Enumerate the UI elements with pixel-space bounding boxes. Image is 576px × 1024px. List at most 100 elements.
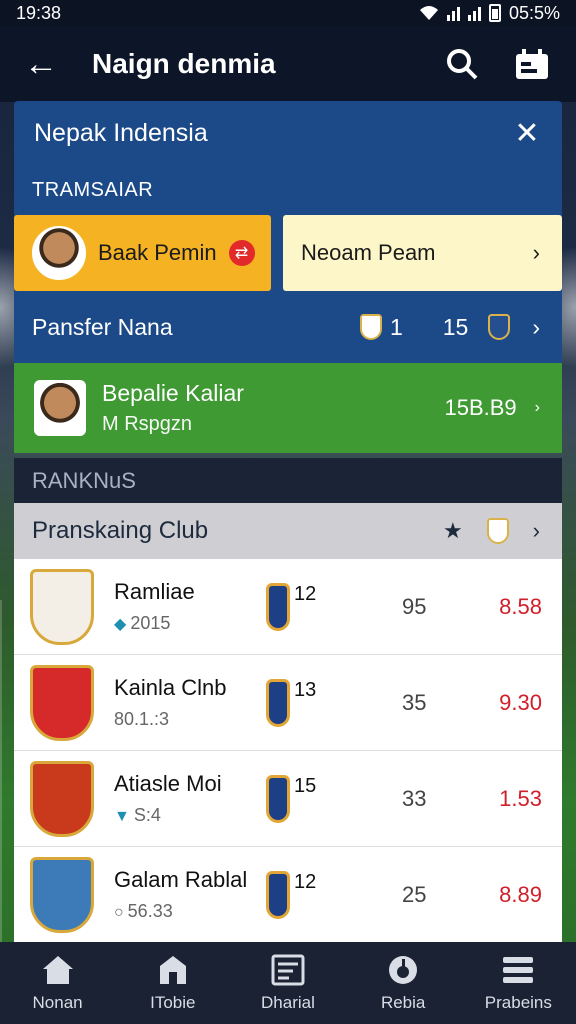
club-crest-icon (359, 314, 382, 340)
club-num: 15 (294, 775, 317, 797)
app-bar: ← Naign denmia (0, 26, 576, 102)
status-bar: 19:38 05:5% (0, 0, 576, 26)
club-points: 95 (402, 593, 427, 619)
section-label: TRAMSAIAR (32, 178, 154, 201)
club-score: 9.30 (499, 689, 542, 715)
club-points: 33 (402, 785, 427, 811)
avatar (32, 226, 86, 280)
rankings-header[interactable]: Pranskaing Club ★ › (14, 503, 562, 559)
club-info: Atiasle Moi ▼ S:4 (114, 771, 258, 826)
choice-row: Baak Pemin ⇄ Neoam Peam › (14, 215, 562, 291)
chevron-right-icon: › (534, 399, 540, 416)
club-points: 35 (402, 689, 427, 715)
signal-icon-2 (467, 5, 481, 21)
nav-item-store[interactable]: ITobie (118, 953, 228, 1013)
swap-icon: ⇄ (228, 240, 255, 266)
table-row[interactable]: Kainla Clnb 80.1.:3 13 35 9.30 (14, 655, 562, 751)
club-info: Ramliae ◆ 2015 (114, 579, 258, 634)
club-sub: ▼ S:4 (114, 805, 258, 826)
choice-b-button[interactable]: Neoam Peam › (283, 215, 562, 291)
nav-label: Dharial (261, 993, 315, 1012)
table-row[interactable]: Atiasle Moi ▼ S:4 15 33 1.53 (14, 751, 562, 847)
featured-sub: M Rspgzn (102, 413, 193, 435)
club-sub: ◆ 2015 (114, 613, 258, 634)
choice-a-label: Baak Pemin (98, 240, 217, 265)
club-score: 8.89 (499, 881, 542, 907)
tag-icon: ◆ (114, 616, 127, 633)
featured-value: 15B.B9 (444, 395, 517, 420)
club-crest (30, 760, 94, 837)
club-name: Kainla Clnb (114, 675, 227, 700)
club-sub-text: 2015 (130, 613, 171, 633)
transfer-num-a: 1 (389, 313, 403, 340)
nav-label: Nonan (32, 993, 83, 1012)
transfer-num-b: 15 (442, 313, 469, 340)
club-num: 13 (294, 679, 317, 701)
rankings-header-label: Pranskaing Club (32, 517, 209, 544)
club-sub-text: 56.33 (127, 901, 173, 921)
choice-a-button[interactable]: Baak Pemin ⇄ (14, 215, 271, 291)
nav-item-radio[interactable]: Rebia (348, 953, 458, 1013)
status-time: 19:38 (16, 2, 62, 23)
transfer-row[interactable]: Pansfer Nana 1 15 › (14, 291, 562, 363)
club-crest-icon (486, 518, 509, 544)
back-arrow-icon[interactable]: ← (24, 45, 68, 84)
signal-icon (446, 5, 460, 21)
club-num: 12 (294, 583, 317, 605)
nav-label: Prabeins (484, 993, 552, 1012)
calendar-icon[interactable] (512, 44, 552, 84)
club-sub: ○ 56.33 (114, 901, 258, 922)
chevron-right-icon[interactable]: › (533, 518, 540, 544)
club-list: Ramliae ◆ 2015 12 95 8.58 Kainla Clnb 80.… (14, 559, 562, 942)
table-row[interactable]: Galam Rablal ○ 56.33 12 25 8.89 (14, 847, 562, 942)
choice-b-label: Neoam Peam (301, 240, 436, 265)
small-crest-icon (266, 582, 290, 631)
clock-icon: ○ (114, 904, 124, 921)
small-crest-icon (266, 774, 290, 823)
player-avatar (34, 380, 86, 436)
small-crest-icon (266, 678, 290, 727)
store-icon (156, 953, 190, 987)
club-score: 8.58 (499, 593, 542, 619)
battery-text: 05:5% (508, 2, 560, 23)
battery-icon (488, 4, 501, 22)
close-icon[interactable]: ✕ (512, 116, 542, 151)
nav-label: Rebia (380, 993, 426, 1012)
panel-header: Nepak Indensia ✕ (14, 101, 562, 165)
table-row[interactable]: Ramliae ◆ 2015 12 95 8.58 (14, 559, 562, 655)
search-icon[interactable] (442, 44, 482, 84)
club-sub: 80.1.:3 (114, 709, 170, 729)
club-crest-icon-2 (488, 314, 511, 340)
nav-item-menu[interactable]: Prabeins (463, 953, 573, 1013)
menu-icon (501, 953, 535, 987)
radio-icon (386, 953, 420, 987)
club-name: Atiasle Moi (114, 771, 222, 796)
featured-name: Bepalie Kaliar (102, 380, 244, 406)
rankings-label: RANKNuS (14, 458, 562, 504)
transfer-panel: Nepak Indensia ✕ TRAMSAIAR Baak Pemin ⇄ … (14, 101, 562, 453)
nav-item-home[interactable]: Nonan (3, 953, 113, 1013)
club-name: Galam Rablal (114, 867, 248, 892)
wifi-icon (419, 6, 438, 20)
club-crest (30, 856, 94, 933)
chevron-right-icon: › (532, 313, 540, 340)
chart-icon (271, 953, 305, 987)
club-crest (30, 664, 94, 741)
club-crest (30, 568, 94, 645)
club-sub-text: S:4 (133, 805, 161, 825)
bird-icon: ▼ (114, 808, 130, 825)
club-score: 1.53 (499, 785, 542, 811)
page-title: Naign denmia (92, 48, 276, 79)
featured-texts: Bepalie Kaliar M Rspgzn (102, 380, 445, 436)
featured-player-row[interactable]: Bepalie Kaliar M Rspgzn 15B.B9 › (14, 363, 562, 453)
status-icons: 05:5% (419, 3, 560, 24)
nav-label: ITobie (150, 993, 196, 1012)
club-points: 25 (402, 881, 427, 907)
club-info: Galam Rablal ○ 56.33 (114, 867, 258, 922)
nav-item-chart[interactable]: Dharial (233, 953, 343, 1013)
small-crest-icon (266, 870, 290, 919)
star-icon[interactable]: ★ (443, 518, 463, 544)
bottom-nav: Nonan ITobie Dharial Rebia Prabeins (0, 942, 576, 1024)
club-num: 12 (294, 871, 317, 893)
transfer-label: Pansfer Nana (32, 313, 173, 340)
